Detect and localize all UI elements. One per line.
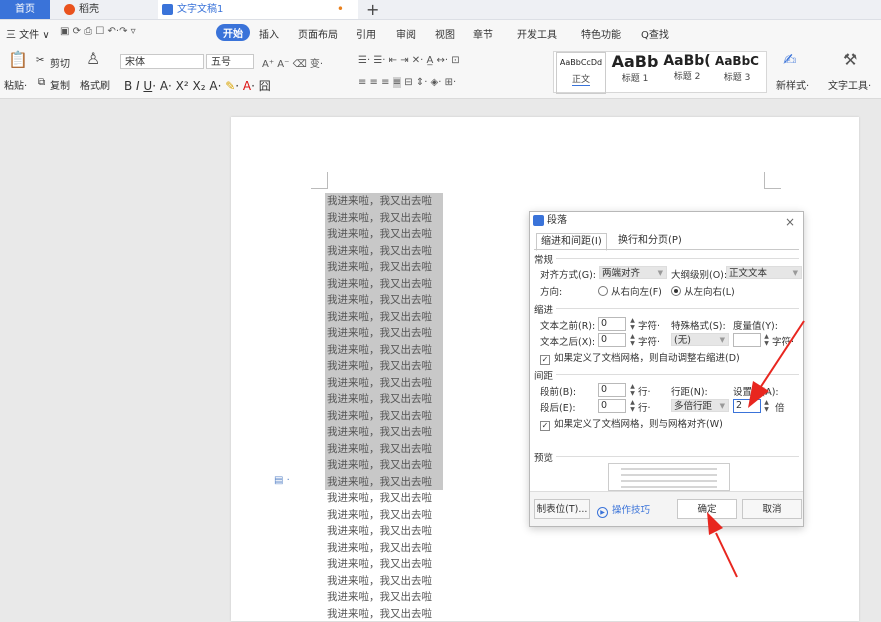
- annotation-arrows: [0, 0, 881, 621]
- arrow-to-set-value: [748, 321, 804, 408]
- arrow-to-ok-button: [707, 512, 737, 577]
